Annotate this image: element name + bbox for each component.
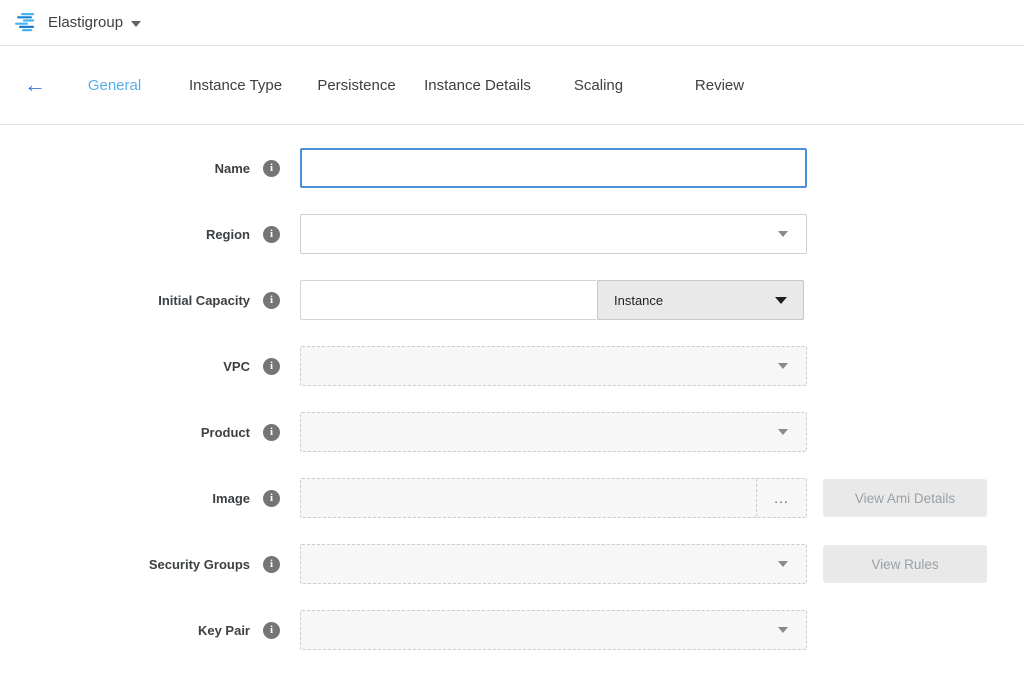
- capacity-unit-value: Instance: [614, 293, 663, 308]
- security-groups-label: Security Groups: [149, 557, 250, 572]
- chevron-down-icon: [778, 627, 788, 633]
- chevron-down-icon: [778, 429, 788, 435]
- key-pair-select: [300, 610, 807, 650]
- key-pair-row: Key Pair: [0, 610, 1024, 650]
- security-groups-info-icon[interactable]: [263, 556, 280, 573]
- product-select: [300, 412, 807, 452]
- app-bar: Elastigroup: [0, 0, 1024, 46]
- chevron-down-icon: [778, 231, 788, 237]
- image-label: Image: [212, 491, 250, 506]
- vpc-select: [300, 346, 807, 386]
- image-row: Image ... View Ami Details: [0, 478, 1024, 518]
- image-field: ...: [300, 478, 807, 518]
- security-groups-row: Security Groups View Rules: [0, 544, 1024, 584]
- region-row: Region: [0, 214, 1024, 254]
- chevron-down-icon: [778, 561, 788, 567]
- general-settings-form: Name Region Initial Capacity Instance VP…: [0, 125, 1024, 650]
- key-pair-label: Key Pair: [198, 623, 250, 638]
- tab-instance-type[interactable]: Instance Type: [175, 77, 296, 94]
- name-label: Name: [215, 161, 250, 176]
- region-select[interactable]: [300, 214, 807, 254]
- view-ami-details-button: View Ami Details: [823, 479, 987, 517]
- product-row: Product: [0, 412, 1024, 452]
- view-rules-button: View Rules: [823, 545, 987, 583]
- tab-general[interactable]: General: [54, 77, 175, 94]
- initial-capacity-row: Initial Capacity Instance: [0, 280, 1024, 320]
- image-value-area: [301, 479, 756, 517]
- tab-review[interactable]: Review: [659, 77, 780, 94]
- initial-capacity-input[interactable]: [300, 280, 597, 320]
- product-info-icon[interactable]: [263, 424, 280, 441]
- chevron-down-icon: [778, 363, 788, 369]
- product-label: Product: [201, 425, 250, 440]
- chevron-down-icon: [775, 297, 787, 304]
- product-menu[interactable]: Elastigroup: [48, 14, 141, 31]
- name-info-icon[interactable]: [263, 160, 280, 177]
- image-info-icon[interactable]: [263, 490, 280, 507]
- key-pair-info-icon[interactable]: [263, 622, 280, 639]
- wizard-tab-bar: General Instance Type Persistence Instan…: [0, 46, 1024, 125]
- vpc-label: VPC: [223, 359, 250, 374]
- initial-capacity-info-icon[interactable]: [263, 292, 280, 309]
- initial-capacity-label: Initial Capacity: [158, 293, 250, 308]
- vpc-row: VPC: [0, 346, 1024, 386]
- caret-down-icon: [131, 21, 141, 27]
- tab-scaling[interactable]: Scaling: [538, 77, 659, 94]
- image-browse-button: ...: [756, 479, 806, 517]
- capacity-unit-select[interactable]: Instance: [597, 280, 804, 320]
- region-info-icon[interactable]: [263, 226, 280, 243]
- security-groups-select: [300, 544, 807, 584]
- tab-persistence[interactable]: Persistence: [296, 77, 417, 94]
- name-input[interactable]: [300, 148, 807, 188]
- back-arrow-button[interactable]: [20, 70, 50, 100]
- name-row: Name: [0, 148, 1024, 188]
- region-label: Region: [206, 227, 250, 242]
- vpc-info-icon[interactable]: [263, 358, 280, 375]
- product-name: Elastigroup: [48, 14, 123, 31]
- spotinst-logo-icon: [14, 11, 40, 35]
- tab-instance-details[interactable]: Instance Details: [417, 77, 538, 94]
